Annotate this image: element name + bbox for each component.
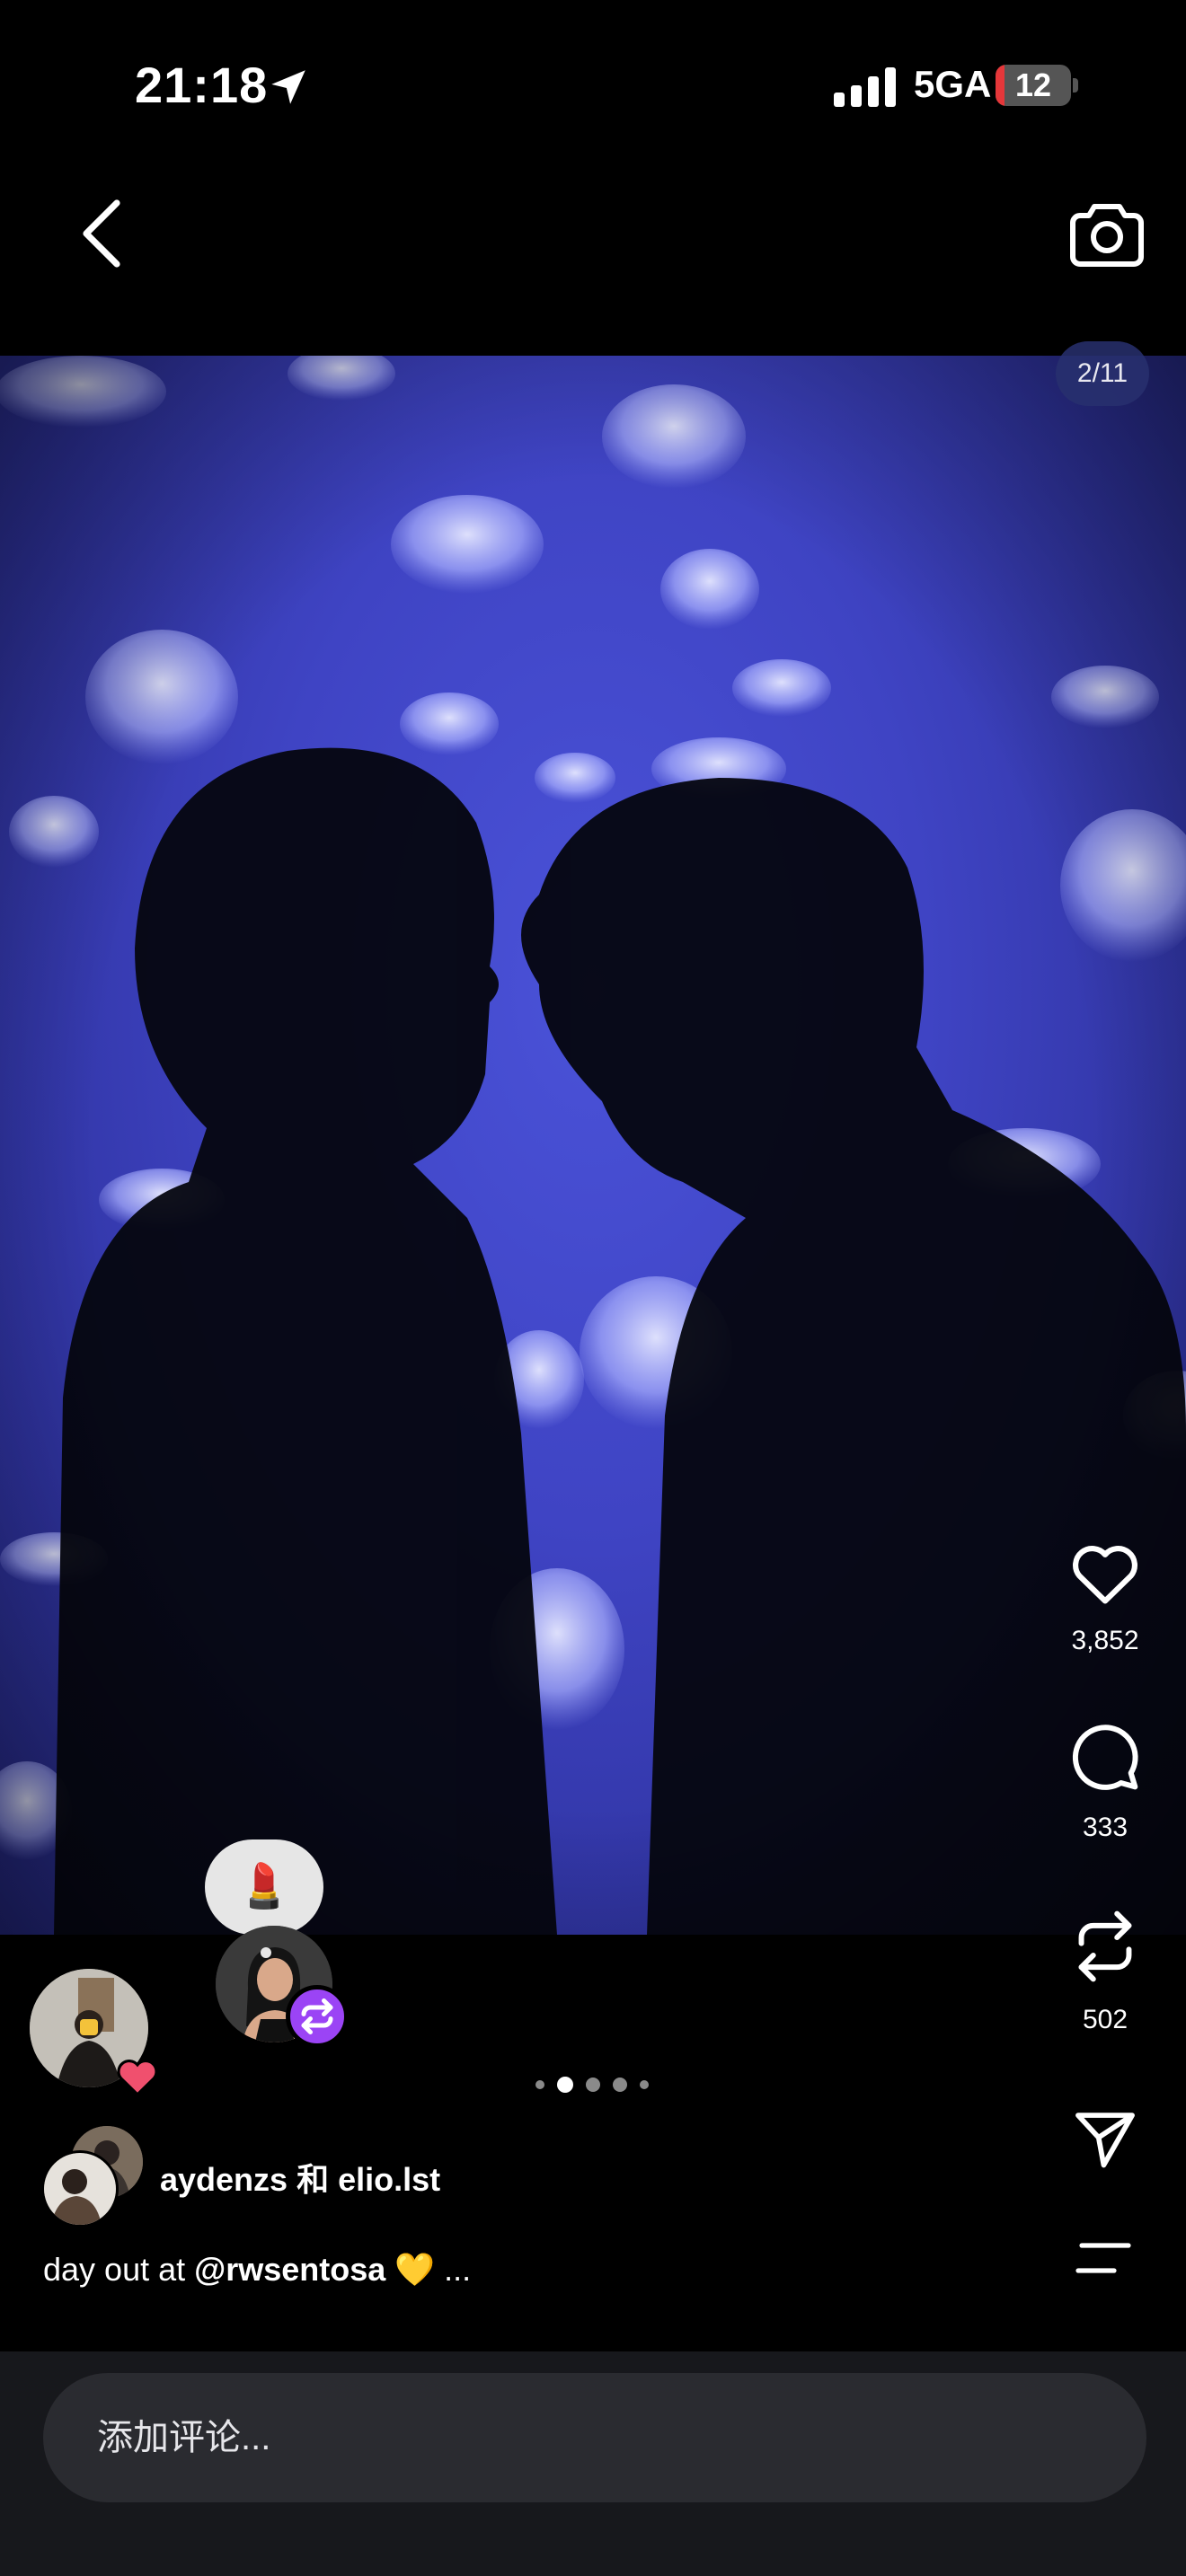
caption-suffix: 💛 ... xyxy=(385,2251,472,2288)
location-arrow-icon xyxy=(271,70,305,104)
image-counter: 2/11 xyxy=(1056,341,1149,406)
carousel-dot xyxy=(613,2078,627,2092)
avatar-image xyxy=(44,2153,116,2225)
post-image-artwork xyxy=(0,356,1186,1935)
repost-icon[interactable] xyxy=(1069,1908,1141,1985)
carousel-dot xyxy=(586,2078,600,2092)
heart-icon[interactable] xyxy=(1068,1538,1142,1606)
comment-bubble-icon[interactable] xyxy=(1069,1721,1141,1793)
author-avatar-secondary[interactable] xyxy=(41,2150,119,2228)
share-action[interactable] xyxy=(1060,2105,1150,2174)
comment-action[interactable]: 333 xyxy=(1060,1721,1150,1843)
note-emoji: 💄 xyxy=(237,1863,291,1910)
post-caption[interactable]: day out at @rwsentosa 💛 ... xyxy=(43,2251,471,2289)
post-image[interactable] xyxy=(0,356,1186,1935)
comment-input[interactable] xyxy=(43,2373,1146,2502)
battery-icon: 12 xyxy=(996,65,1078,106)
author-names[interactable]: aydenzs 和 elio.lst xyxy=(160,2154,440,2201)
repost-badge xyxy=(286,1985,349,2048)
menu-lines-icon[interactable] xyxy=(1075,2240,1132,2276)
repost-badge-icon xyxy=(301,1998,333,2034)
network-type: 5GA xyxy=(914,63,992,105)
like-badge-icon xyxy=(117,2060,158,2097)
note-bubble-dot xyxy=(261,1947,271,1958)
camera-icon[interactable] xyxy=(1069,199,1145,268)
battery-tip xyxy=(1073,78,1078,93)
carousel-dot-active xyxy=(557,2077,573,2093)
back-button[interactable] xyxy=(74,198,131,269)
signal-bars-icon xyxy=(834,67,896,107)
carousel-dot xyxy=(640,2080,649,2089)
battery-level: 12 xyxy=(1014,66,1052,103)
status-time: 21:18 xyxy=(135,57,269,113)
caption-prefix: day out at xyxy=(43,2251,195,2288)
like-count: 3,852 xyxy=(1071,1626,1139,1655)
like-action[interactable]: 3,852 xyxy=(1060,1538,1150,1656)
send-icon[interactable] xyxy=(1071,2105,1139,2174)
repost-count: 502 xyxy=(1082,2005,1128,2034)
carousel-dot xyxy=(535,2080,544,2089)
caption-mention[interactable]: @rwsentosa xyxy=(194,2251,385,2288)
note-bubble[interactable]: 💄 xyxy=(205,1839,323,1935)
comment-count: 333 xyxy=(1082,1813,1128,1842)
repost-action[interactable]: 502 xyxy=(1060,1908,1150,2035)
